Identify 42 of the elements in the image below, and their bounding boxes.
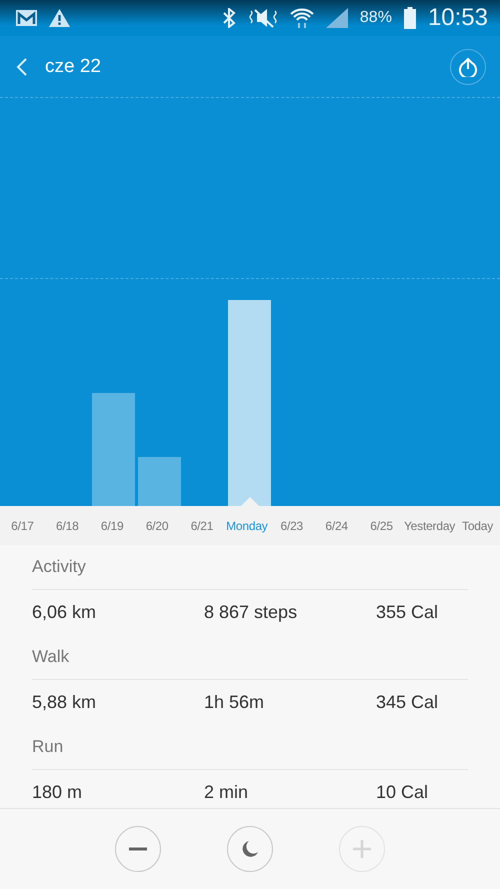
day-tab[interactable]: 6/20 [134,518,180,532]
moon-button[interactable] [227,826,273,872]
bluetooth-icon [222,8,236,28]
stat-value: 355 Cal [376,602,440,623]
stat-value: 6,06 km [32,602,98,623]
moon-icon [241,840,259,858]
stat-value: 8 867 steps [204,602,298,623]
share-button[interactable] [450,48,486,84]
stat-value: 345 Cal [376,692,440,713]
section-title: Activity [32,545,468,590]
battery-icon [404,7,416,29]
stat-value: 1h 56m [204,692,266,713]
day-tab[interactable]: 6/17 [0,518,45,532]
day-tab[interactable]: 6/19 [90,518,135,532]
wifi-icon [290,7,314,29]
back-icon [16,58,27,76]
stat-value: 180 m [32,782,84,803]
mail-icon [16,10,37,26]
day-tab[interactable]: 6/23 [269,518,314,532]
minus-button[interactable] [115,826,161,872]
battery-percentage: 88% [360,9,392,27]
plus-icon [353,840,371,858]
clock-time: 10:53 [428,4,488,32]
minus-icon [129,847,147,851]
stat-value: 5,88 km [32,692,98,713]
header-title: cze 22 [45,56,102,78]
back-button[interactable] [16,58,27,76]
stat-value: 10 Cal [376,782,430,803]
warning-icon [49,9,70,27]
day-tab[interactable]: 6/24 [314,518,360,532]
signal-icon [326,8,348,28]
stat-value: 2 min [204,782,250,803]
chart-bar [138,457,181,506]
day-tab[interactable]: Yesterday [404,518,456,532]
day-tab[interactable]: 6/18 [44,518,90,532]
mute-icon [248,8,278,28]
day-tab[interactable]: 6/21 [180,518,224,532]
section-title: Run [32,725,468,770]
day-tab[interactable]: 6/25 [359,518,404,532]
section-title: Walk [32,635,468,680]
day-tab[interactable]: Today [455,518,500,532]
day-tab[interactable]: Monday [224,518,270,532]
